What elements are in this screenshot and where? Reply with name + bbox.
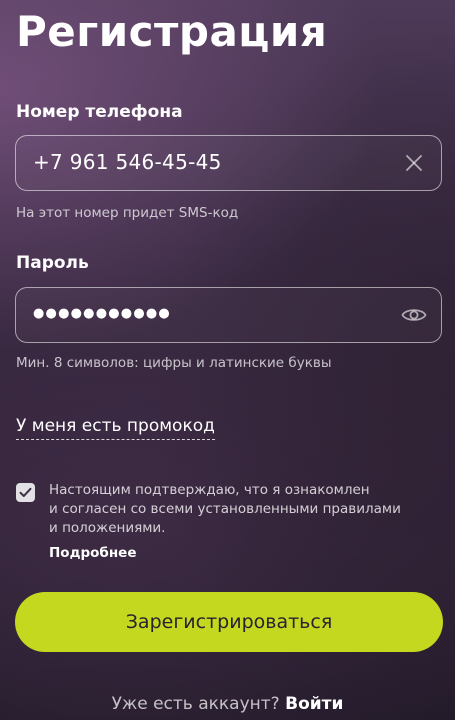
agreement-text: Настоящим подтверждаю, что я ознакомлен … (49, 481, 409, 538)
phone-input-value[interactable]: +7 961 546-45-45 (33, 136, 222, 190)
password-label: Пароль (16, 253, 89, 273)
phone-hint: На этот номер придет SMS-код (16, 205, 239, 221)
agreement-line: Настоящим подтверждаю, что я ознакомлен (49, 482, 370, 498)
phone-label: Номер телефона (16, 102, 183, 122)
password-hint: Мин. 8 символов: цифры и латинские буквы (16, 355, 332, 371)
registration-screen: Регистрация Номер телефона +7 961 546-45… (0, 0, 455, 720)
agreement-line: и согласен со всеми установленными прави… (49, 501, 401, 517)
eye-icon[interactable] (401, 302, 427, 328)
password-input-value[interactable]: ●●●●●●●●●●● (33, 288, 171, 342)
phone-field[interactable]: +7 961 546-45-45 (15, 135, 442, 191)
agreement-line: и положениями. (49, 520, 166, 536)
close-icon[interactable] (401, 150, 427, 176)
page-title: Регистрация (16, 7, 328, 56)
login-prompt: Уже есть аккаунт? Войти (0, 692, 455, 716)
more-details-link[interactable]: Подробнее (49, 544, 136, 563)
agreement-checkbox[interactable] (16, 483, 35, 502)
checkmark-icon (19, 487, 32, 497)
promo-code-link[interactable]: У меня есть промокод (16, 414, 215, 440)
password-field[interactable]: ●●●●●●●●●●● (15, 287, 442, 343)
register-button[interactable]: Зарегистрироваться (15, 592, 443, 652)
login-question: Уже есть аккаунт? (111, 694, 280, 714)
login-link[interactable]: Войти (285, 694, 343, 714)
